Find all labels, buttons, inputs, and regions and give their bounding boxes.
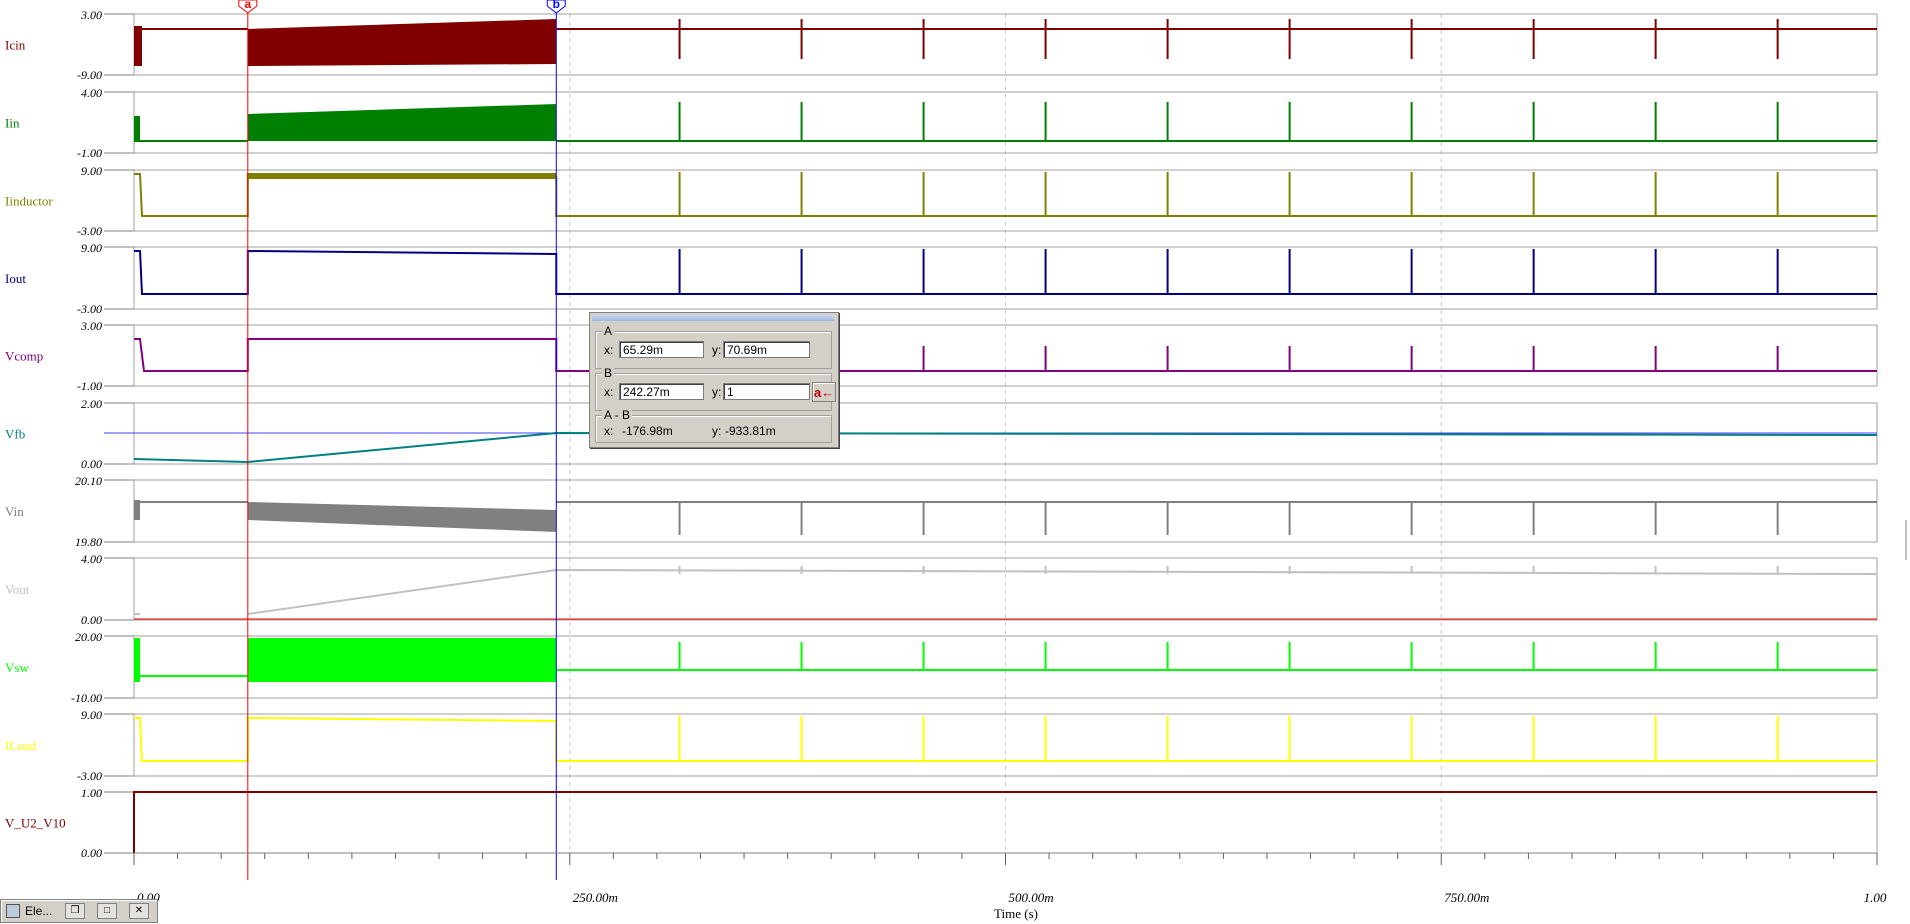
cursor-readout-panel[interactable]: A x: 65.29m y: 70.69m B x: 242.27m y: 1 … <box>589 312 839 448</box>
cursor-b-group: B x: 242.27m y: 1 <box>595 366 832 411</box>
x-tick-label: 500.00m <box>1009 890 1054 905</box>
y-max-label: 1.00 <box>81 786 102 800</box>
trace-burst <box>247 638 557 682</box>
trace-label: Vout <box>5 582 30 597</box>
y-max-label: 20.10 <box>75 474 102 488</box>
app-icon <box>6 904 20 918</box>
trace-label: Vcomp <box>5 349 43 364</box>
restore-icon[interactable]: ❐ <box>65 903 85 919</box>
cursor-a-group: A x: 65.29m y: 70.69m <box>595 324 832 369</box>
trace-burst <box>247 502 557 532</box>
cursor-a-label: a <box>244 0 251 11</box>
trace-burst <box>247 19 557 66</box>
cursor-diff-group: A - B x: -176.98m y: -933.81m <box>595 408 832 443</box>
minimized-window-button[interactable]: Ele... ❐ □ ✕ <box>0 899 158 923</box>
diff-x-label: x: <box>604 424 614 438</box>
cursor-a-x-field[interactable]: 65.29m <box>619 341 704 358</box>
cursor-a-y-label: y: <box>712 343 722 357</box>
cursor-b-x-field[interactable]: 242.27m <box>619 383 704 400</box>
window-label: Ele... <box>25 904 53 918</box>
trace-label: ILoad <box>5 738 37 753</box>
y-min-label: 0.00 <box>81 613 102 627</box>
x-tick-label: 750.00m <box>1444 890 1489 905</box>
trace-line <box>134 716 1877 762</box>
maximize-icon[interactable]: □ <box>97 903 117 919</box>
diff-x-value: -176.98m <box>622 424 673 438</box>
close-icon[interactable]: ✕ <box>129 903 149 919</box>
x-axis-title: Time (s) <box>994 906 1038 921</box>
y-max-label: 4.00 <box>81 86 102 100</box>
move-cursor-a-button[interactable]: a← <box>812 382 836 402</box>
cursor-b-title: B <box>602 366 615 380</box>
cursor-b-y-label: y: <box>712 385 722 399</box>
trace-label: Vfb <box>5 427 25 442</box>
y-max-label: 2.00 <box>81 397 102 411</box>
diff-y-value: -933.81m <box>725 424 776 438</box>
trace-label: V_U2_V10 <box>5 816 66 831</box>
y-min-label: 0.00 <box>81 457 102 471</box>
trace-label: Iout <box>5 271 26 286</box>
trace-label: Vsw <box>5 660 29 675</box>
x-tick-label: 250.00m <box>573 890 618 905</box>
trace-burst <box>134 26 142 66</box>
y-min-label: -3.00 <box>77 302 102 316</box>
y-min-label: -10.00 <box>71 691 102 705</box>
trace-label: Iin <box>5 116 20 131</box>
trace-burst <box>247 104 557 141</box>
cursor-a-title: A <box>602 324 615 338</box>
y-max-label: 3.00 <box>80 319 102 333</box>
y-max-label: 3.00 <box>80 8 102 22</box>
trace-label: Icin <box>5 38 26 53</box>
y-max-label: 4.00 <box>81 552 102 566</box>
waveform-viewer[interactable]: Icin 3.00 -9.00 Iin 4.00 -1.00 Iinductor 9.00 -3… <box>0 0 1910 924</box>
trace-label: Vin <box>5 504 24 519</box>
y-max-label: 9.00 <box>81 241 102 255</box>
trace-burst <box>134 116 140 141</box>
y-min-label: -3.00 <box>77 224 102 238</box>
cursor-b-label: b <box>553 0 560 11</box>
y-min-label: 19.80 <box>75 535 102 549</box>
cursor-b-y-field[interactable]: 1 <box>723 383 810 400</box>
panel-titlebar[interactable] <box>592 315 834 321</box>
trace-label: Iinductor <box>5 194 53 209</box>
y-max-label: 20.00 <box>75 630 102 644</box>
y-min-label: -9.00 <box>77 68 102 82</box>
cursor-diff-title: A - B <box>602 408 633 422</box>
cursor-a-x-label: x: <box>604 343 614 357</box>
x-tick-label: 1.00 <box>1864 890 1887 905</box>
y-max-label: 9.00 <box>81 708 102 722</box>
y-min-label: -1.00 <box>77 379 102 393</box>
cursor-a-y-field[interactable]: 70.69m <box>723 341 810 358</box>
y-min-label: 0.00 <box>81 846 102 860</box>
cursor-b-x-label: x: <box>604 385 614 399</box>
diff-y-label: y: <box>712 424 722 438</box>
y-min-label: -1.00 <box>77 146 102 160</box>
y-min-label: -3.00 <box>77 769 102 783</box>
y-max-label: 9.00 <box>81 164 102 178</box>
